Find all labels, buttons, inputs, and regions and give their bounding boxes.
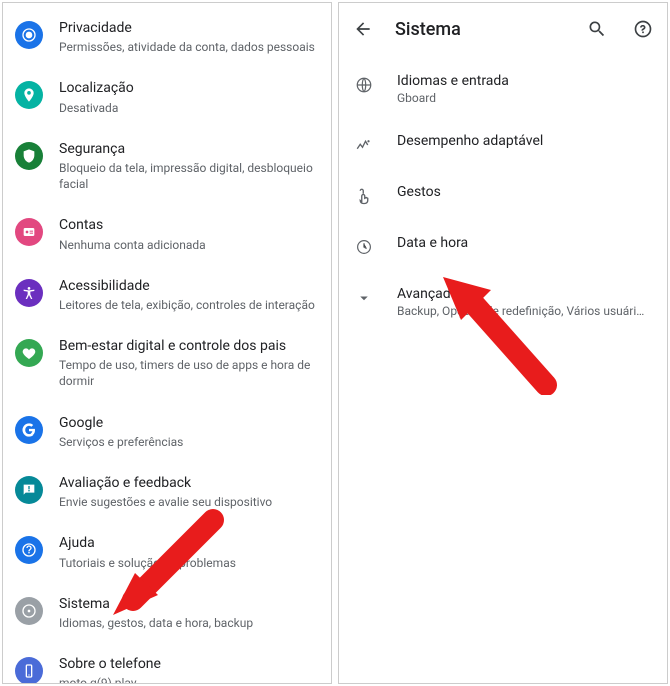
settings-item-title: Google — [59, 414, 317, 432]
settings-item-title: Contas — [59, 216, 317, 234]
system-item-text: Idiomas e entrada Gboard — [397, 73, 651, 105]
settings-item-text: Privacidade Permissões, atividade da con… — [59, 19, 317, 55]
system-panel: Sistema Idiomas e entrada Gboard Desempe… — [338, 2, 668, 684]
privacy-icon — [15, 21, 43, 49]
settings-item-subtitle: Serviços e preferências — [59, 434, 317, 450]
settings-item-system[interactable]: Sistema Idiomas, gestos, data e hora, ba… — [3, 583, 331, 643]
adaptive-icon — [353, 134, 375, 156]
search-button[interactable] — [583, 15, 611, 43]
system-item-title: Data e hora — [397, 235, 651, 251]
settings-item-subtitle: Tempo de uso, timers de uso de apps e ho… — [59, 357, 317, 389]
settings-item-title: Sistema — [59, 595, 317, 613]
system-item-title: Idiomas e entrada — [397, 73, 651, 89]
system-item-clock[interactable]: Data e hora — [339, 221, 667, 272]
help-icon — [15, 536, 43, 564]
settings-item-title: Bem-estar digital e controle dos pais — [59, 337, 317, 355]
feedback-icon — [15, 476, 43, 504]
header: Sistema — [339, 3, 667, 55]
settings-item-subtitle: Nenhuma conta adicionada — [59, 237, 317, 253]
settings-item-google[interactable]: Google Serviços e preferências — [3, 402, 331, 462]
settings-item-text: Contas Nenhuma conta adicionada — [59, 216, 317, 252]
header-title: Sistema — [395, 19, 565, 40]
settings-item-help[interactable]: Ajuda Tutoriais e solução de problemas — [3, 522, 331, 582]
settings-item-text: Segurança Bloqueio da tela, impressão di… — [59, 140, 317, 193]
system-item-title: Gestos — [397, 184, 651, 200]
back-button[interactable] — [349, 15, 377, 43]
settings-item-title: Segurança — [59, 140, 317, 158]
settings-item-text: Ajuda Tutoriais e solução de problemas — [59, 534, 317, 570]
clock-icon — [353, 236, 375, 258]
settings-item-accounts[interactable]: Contas Nenhuma conta adicionada — [3, 204, 331, 264]
system-item-title: Desempenho adaptável — [397, 133, 651, 149]
settings-item-text: Acessibilidade Leitores de tela, exibiçã… — [59, 277, 317, 313]
google-icon — [15, 416, 43, 444]
system-item-text: Data e hora — [397, 235, 651, 251]
gestures-icon — [353, 185, 375, 207]
settings-item-text: Sobre o telefone moto g(9) play — [59, 655, 317, 684]
settings-item-subtitle: moto g(9) play — [59, 675, 317, 684]
system-item-subtitle: Gboard — [397, 91, 651, 105]
system-item-chevron-down[interactable]: Avançado Backup, Opções de redefinição, … — [339, 272, 667, 332]
location-icon — [15, 81, 43, 109]
accessibility-icon — [15, 279, 43, 307]
settings-item-subtitle: Leitores de tela, exibição, controles de… — [59, 297, 317, 313]
system-icon — [15, 597, 43, 625]
system-item-text: Desempenho adaptável — [397, 133, 651, 149]
settings-panel: Privacidade Permissões, atividade da con… — [2, 2, 332, 684]
about-icon — [15, 657, 43, 684]
system-item-globe[interactable]: Idiomas e entrada Gboard — [339, 59, 667, 119]
settings-item-subtitle: Tutoriais e solução de problemas — [59, 555, 317, 571]
system-item-subtitle: Backup, Opções de redefinição, Vários us… — [397, 304, 651, 318]
settings-item-about[interactable]: Sobre o telefone moto g(9) play — [3, 643, 331, 684]
settings-item-subtitle: Envie sugestões e avalie seu dispositivo — [59, 494, 317, 510]
settings-item-security[interactable]: Segurança Bloqueio da tela, impressão di… — [3, 128, 331, 205]
settings-item-subtitle: Bloqueio da tela, impressão digital, des… — [59, 160, 317, 192]
accounts-icon — [15, 218, 43, 246]
settings-item-accessibility[interactable]: Acessibilidade Leitores de tela, exibiçã… — [3, 265, 331, 325]
security-icon — [15, 142, 43, 170]
settings-item-title: Privacidade — [59, 19, 317, 37]
settings-item-text: Bem-estar digital e controle dos pais Te… — [59, 337, 317, 390]
globe-icon — [353, 74, 375, 96]
system-list: Idiomas e entrada Gboard Desempenho adap… — [339, 55, 667, 336]
settings-list: Privacidade Permissões, atividade da con… — [3, 3, 331, 684]
settings-item-text: Sistema Idiomas, gestos, data e hora, ba… — [59, 595, 317, 631]
system-item-adaptive[interactable]: Desempenho adaptável — [339, 119, 667, 170]
system-item-text: Avançado Backup, Opções de redefinição, … — [397, 286, 651, 318]
settings-item-text: Avaliação e feedback Envie sugestões e a… — [59, 474, 317, 510]
wellbeing-icon — [15, 339, 43, 367]
settings-item-subtitle: Desativada — [59, 100, 317, 116]
settings-item-title: Ajuda — [59, 534, 317, 552]
chevron-down-icon — [353, 287, 375, 309]
settings-item-title: Localização — [59, 79, 317, 97]
settings-item-feedback[interactable]: Avaliação e feedback Envie sugestões e a… — [3, 462, 331, 522]
settings-item-privacy[interactable]: Privacidade Permissões, atividade da con… — [3, 7, 331, 67]
system-item-title: Avançado — [397, 286, 651, 302]
settings-item-subtitle: Idiomas, gestos, data e hora, backup — [59, 615, 317, 631]
help-button[interactable] — [629, 15, 657, 43]
settings-item-subtitle: Permissões, atividade da conta, dados pe… — [59, 39, 317, 55]
settings-item-location[interactable]: Localização Desativada — [3, 67, 331, 127]
settings-item-wellbeing[interactable]: Bem-estar digital e controle dos pais Te… — [3, 325, 331, 402]
settings-item-text: Localização Desativada — [59, 79, 317, 115]
system-item-text: Gestos — [397, 184, 651, 200]
settings-item-title: Sobre o telefone — [59, 655, 317, 673]
settings-item-title: Acessibilidade — [59, 277, 317, 295]
settings-item-text: Google Serviços e preferências — [59, 414, 317, 450]
system-item-gestures[interactable]: Gestos — [339, 170, 667, 221]
settings-item-title: Avaliação e feedback — [59, 474, 317, 492]
